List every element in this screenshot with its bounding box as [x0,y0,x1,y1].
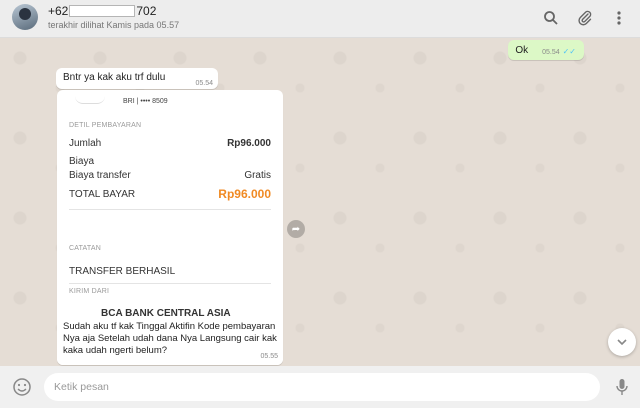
contact-suffix: 702 [136,4,157,18]
incoming-message[interactable]: Bntr ya kak aku trf dulu 05.54 [56,68,218,89]
chevron-down-icon[interactable] [608,328,636,356]
receipt-fee-label: Biaya [69,156,95,167]
receipt-total-label: TOTAL BAYAR [69,189,136,200]
message-time: 05.54 [195,80,213,87]
last-seen-status: terakhir dilihat Kamis pada 05.57 [48,20,180,30]
read-receipt-icon: ✓✓ [562,47,576,56]
image-caption: Sudah aku tf kak Tinggal Aktifin Kode pe… [57,318,283,365]
receipt-transfer-fee-value: Gratis [244,170,271,181]
microphone-icon[interactable] [612,377,632,397]
receipt-divider [69,209,271,210]
receipt-amount-label: Jumlah [69,138,102,149]
forward-icon[interactable]: ➦ [287,220,305,238]
receipt-bank-account: BRI | •••• 8509 [123,98,168,105]
image-message-receipt[interactable]: BRI | •••• 8509 DETIL PEMBAYARAN Jumlah … [57,90,283,365]
receipt-logo-arc [75,96,105,104]
receipt-transfer-fee-label: Biaya transfer [69,170,131,181]
kebab-menu-icon[interactable] [609,8,629,28]
outgoing-message[interactable]: Ok 05.54 ✓✓ [508,40,584,60]
message-time: 05.54 [542,49,560,56]
message-text: Bntr ya kak aku trf dulu [63,72,166,83]
receipt-section-notes: CATATAN [69,245,101,252]
receipt-amount-value: Rp96.000 [227,138,271,149]
receipt-divider [69,283,271,284]
contact-prefix: +62 [48,4,69,18]
emoji-icon[interactable] [12,377,32,397]
message-text: Ok [515,45,529,56]
chat-area[interactable]: Ok 05.54 ✓✓ Bntr ya kak aku trf dulu 05.… [0,38,640,366]
redacted-phone-block [69,5,136,17]
message-time: 05.55 [260,353,278,360]
receipt-section-from: KIRIM DARI [69,288,110,295]
search-icon[interactable] [541,8,561,28]
paperclip-icon[interactable] [575,8,595,28]
contact-name[interactable]: +62 702 [48,4,156,18]
chat-header: +62 702 terakhir dilihat Kamis pada 05.5… [0,0,640,38]
receipt-section-payment: DETIL PEMBAYARAN [69,122,142,129]
compose-bar [0,366,640,408]
avatar[interactable] [12,4,38,30]
message-input[interactable] [44,373,600,401]
caption-text: Sudah aku tf kak Tinggal Aktifin Kode pe… [63,321,277,356]
message-meta: 05.54 ✓✓ [542,47,576,56]
receipt-total-value: Rp96.000 [218,187,271,201]
receipt-note: TRANSFER BERHASIL [69,266,176,277]
